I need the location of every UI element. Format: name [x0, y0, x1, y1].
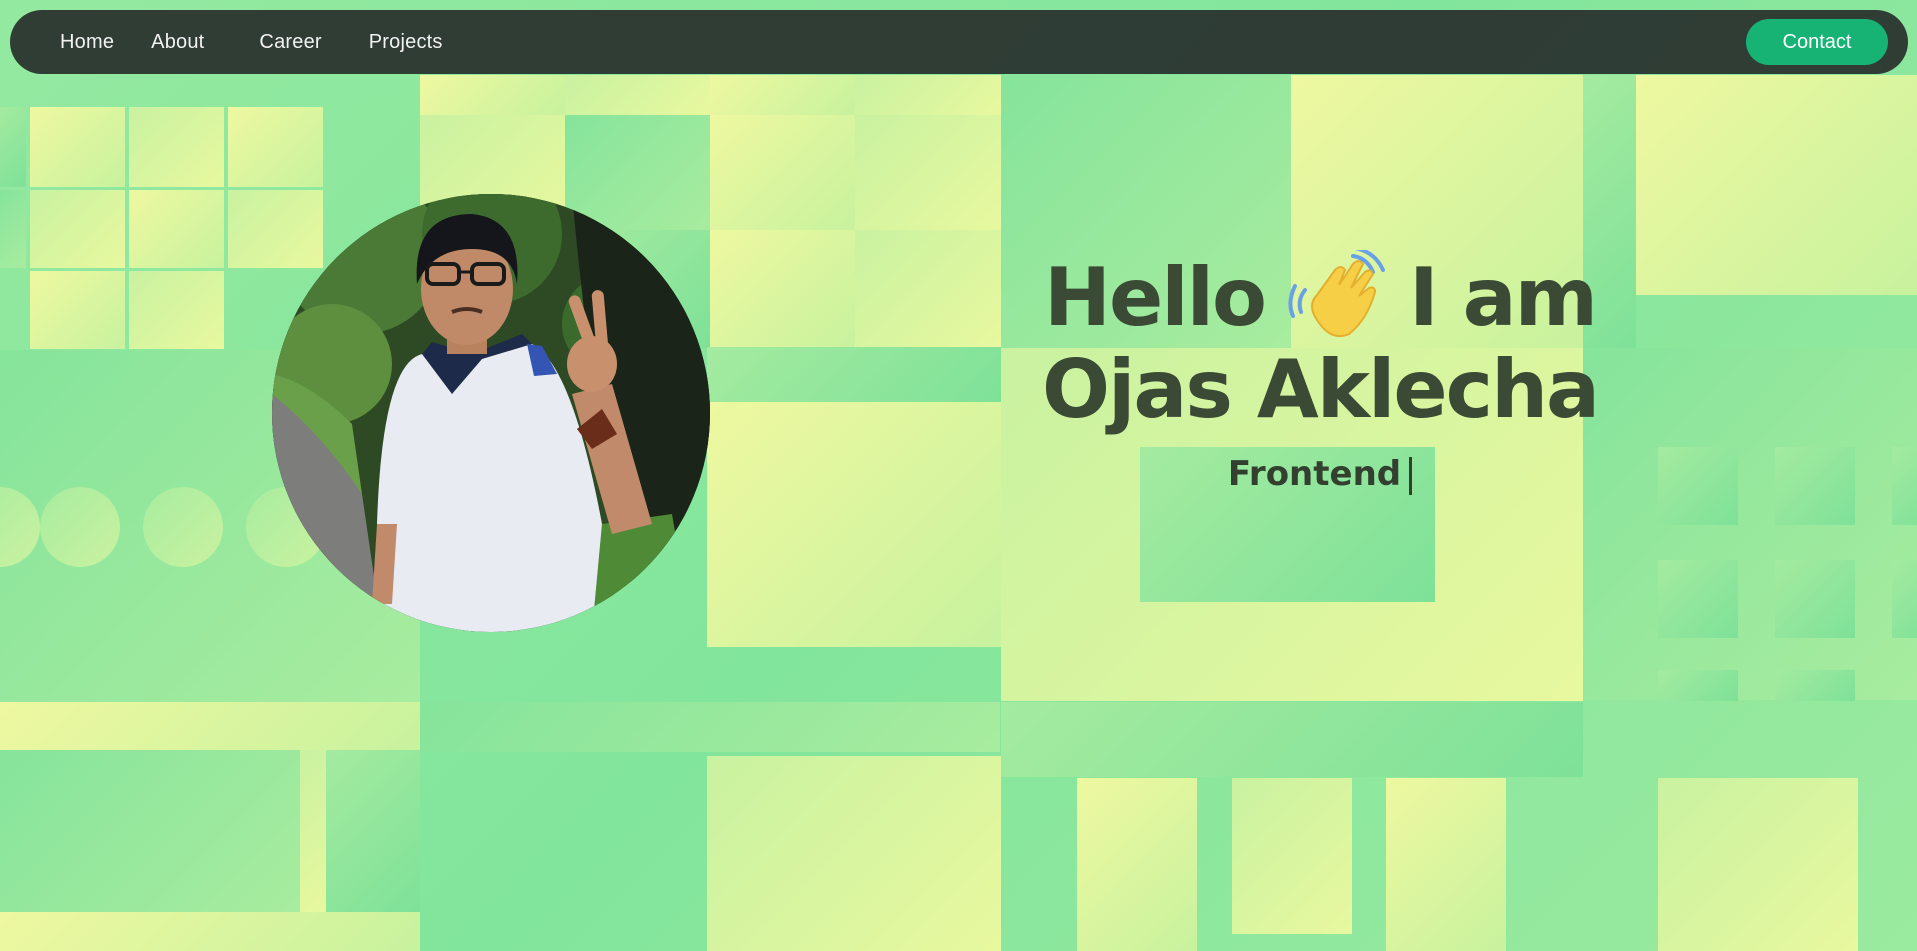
hero-name: Ojas Aklecha	[1041, 343, 1600, 436]
nav-link-projects[interactable]: Projects	[354, 23, 458, 62]
top-navbar: Home About Career Projects Contact	[10, 10, 1908, 74]
nav-link-home[interactable]: Home	[45, 23, 129, 62]
hero-greeting: Hello	[1044, 251, 1267, 344]
profile-photo	[272, 194, 710, 632]
nav-link-career[interactable]: Career	[244, 23, 336, 62]
hero-greeting-suffix: I am	[1409, 251, 1598, 344]
hero-role: Frontend	[1227, 454, 1413, 495]
typing-cursor	[1409, 456, 1413, 495]
contact-button[interactable]: Contact	[1746, 19, 1888, 65]
waving-hand-icon	[1287, 246, 1387, 346]
role-text: Frontend	[1227, 454, 1402, 494]
hero-greeting-line: Hello I am	[1000, 246, 1640, 346]
hero-section: Hello I am Ojas Aklecha Frontend	[1000, 246, 1640, 495]
nav-link-about[interactable]: About	[136, 23, 219, 62]
